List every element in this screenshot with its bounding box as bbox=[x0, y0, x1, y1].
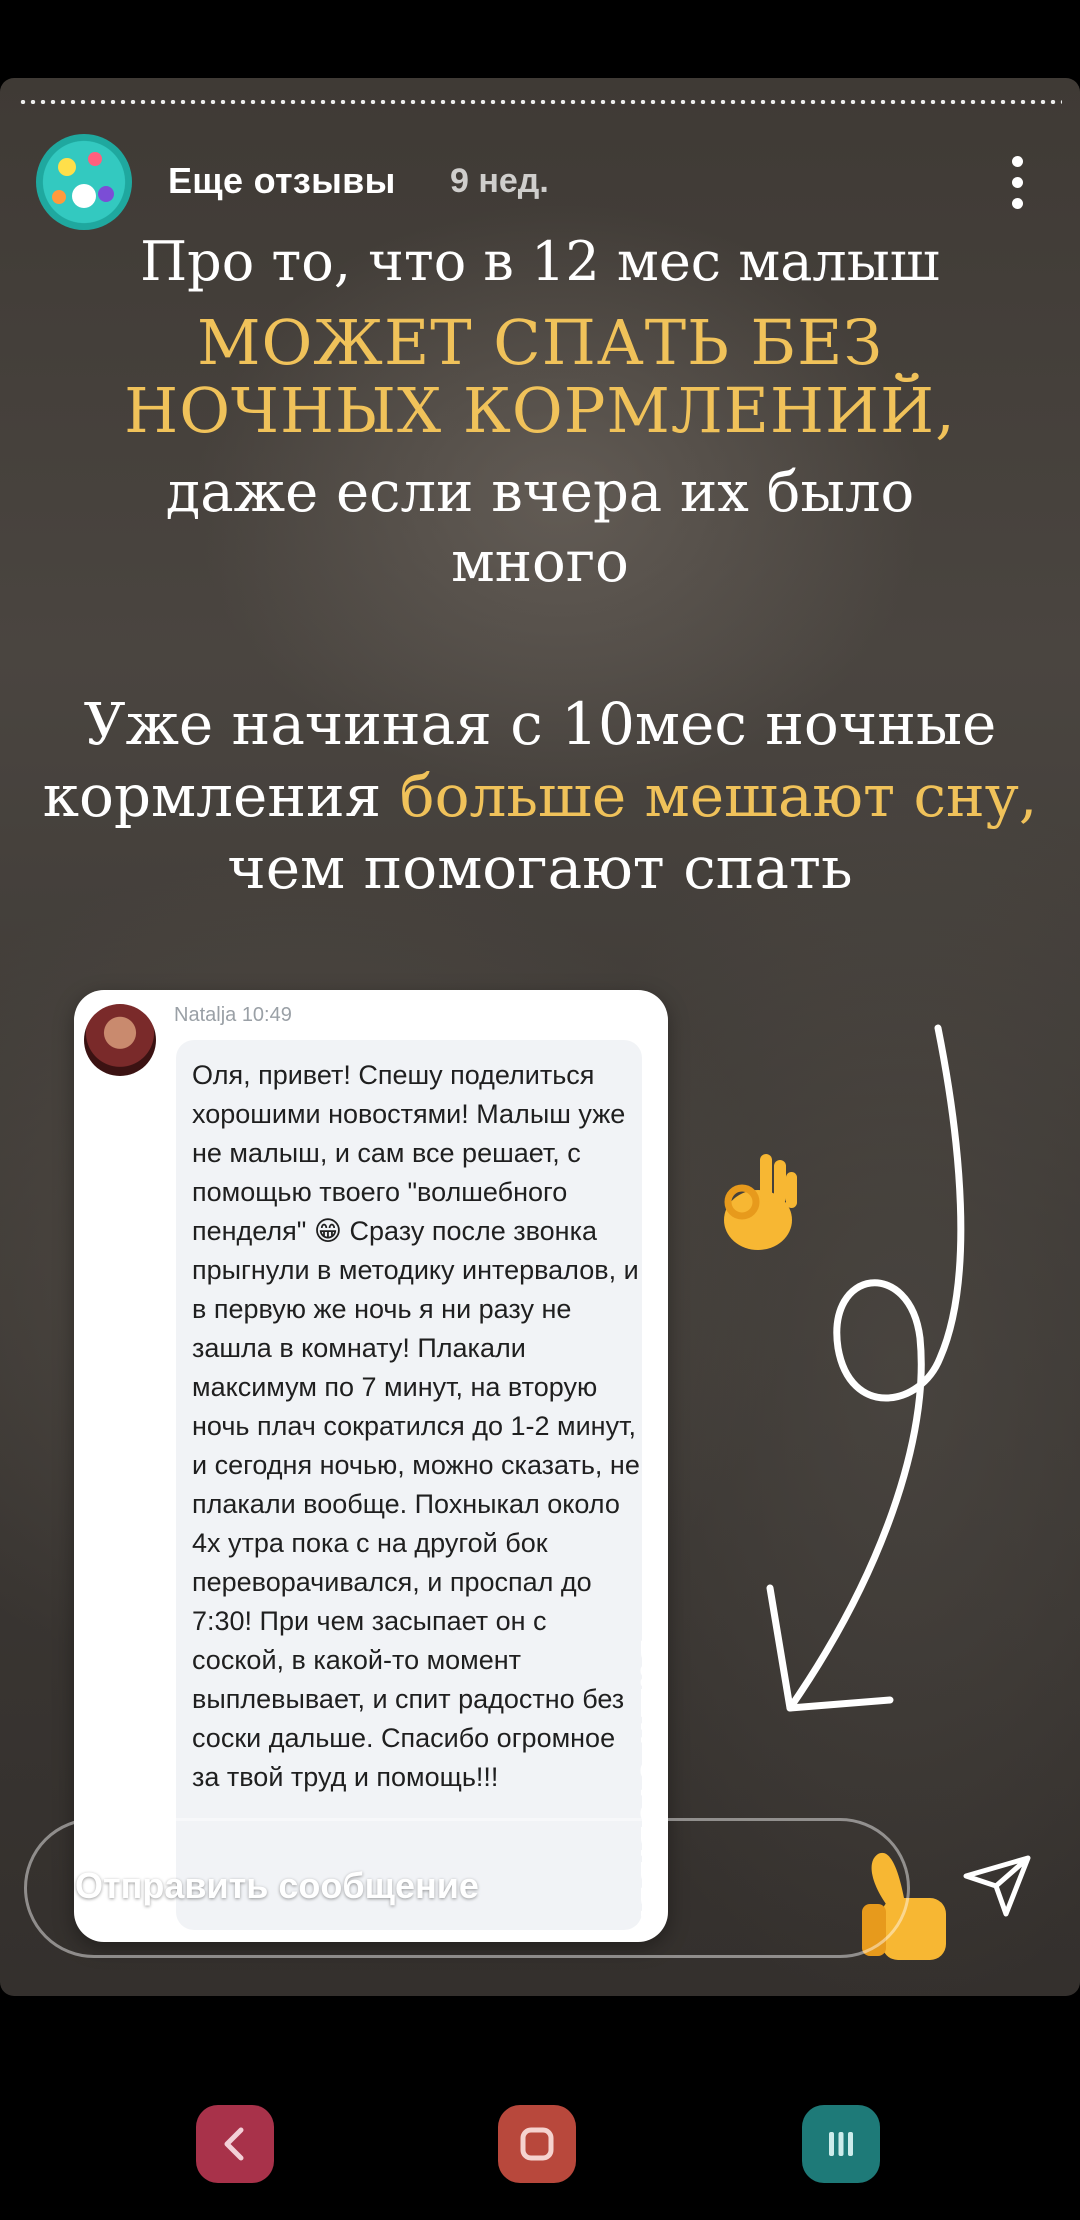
headline-line-6: Уже начиная с 10мес ночные bbox=[83, 690, 997, 758]
headline-line-7: кормления больше мешают сну, bbox=[40, 762, 1040, 830]
send-message-input[interactable]: Отправить сообщение bbox=[24, 1818, 910, 1958]
nav-recent-apps-button[interactable] bbox=[802, 2105, 880, 2183]
send-message-placeholder: Отправить сообщение bbox=[75, 1865, 479, 1906]
nav-back-button[interactable] bbox=[196, 2105, 274, 2183]
headline-line-3: НОЧНЫХ КОРМЛЕНИЙ, bbox=[124, 374, 956, 447]
send-icon[interactable] bbox=[962, 1854, 1032, 1918]
headline-line-8: чем помогают спать bbox=[227, 834, 853, 902]
home-square-icon bbox=[520, 2127, 554, 2161]
headline-line-7-highlight: больше мешают сну, bbox=[399, 762, 1038, 830]
review-author-time: Natalja 10:49 bbox=[174, 1004, 292, 1026]
review-screenshot-card: Natalja 10:49 Оля, привет! Спешу поделит… bbox=[74, 990, 668, 1942]
headline-line-4: даже если вчера их было bbox=[165, 460, 915, 525]
recent-apps-icon bbox=[829, 2132, 853, 2156]
reviewer-avatar bbox=[84, 1004, 156, 1076]
ok-hand-emoji-icon bbox=[724, 1154, 797, 1250]
chevron-left-icon bbox=[224, 2127, 244, 2161]
review-message-text: Оля, привет! Спешу поделиться хорошими н… bbox=[192, 1060, 640, 1792]
account-name[interactable]: Еще отзывы bbox=[168, 160, 396, 202]
more-options-icon[interactable] bbox=[1010, 156, 1024, 209]
hand-drawn-arrow-icon bbox=[766, 1024, 965, 1712]
review-message-bubble: Оля, привет! Спешу поделиться хорошими н… bbox=[176, 1040, 642, 1930]
story-header: Еще отзывы 9 нед. bbox=[36, 134, 1050, 230]
headline-line-7-plain: кормления bbox=[42, 762, 400, 830]
story-progress-bar bbox=[18, 100, 1062, 104]
nav-home-button[interactable] bbox=[498, 2105, 576, 2183]
headline-line-1: Про то, что в 12 мес малыш bbox=[140, 230, 940, 293]
post-age: 9 нед. bbox=[450, 162, 549, 200]
story-viewer[interactable]: Еще отзывы 9 нед. Про то, что в 12 мес м… bbox=[0, 78, 1080, 1996]
headline-line-5: много bbox=[451, 530, 629, 595]
account-avatar[interactable] bbox=[36, 134, 132, 230]
headline-line-2: МОЖЕТ СПАТЬ БЕЗ bbox=[196, 306, 884, 379]
